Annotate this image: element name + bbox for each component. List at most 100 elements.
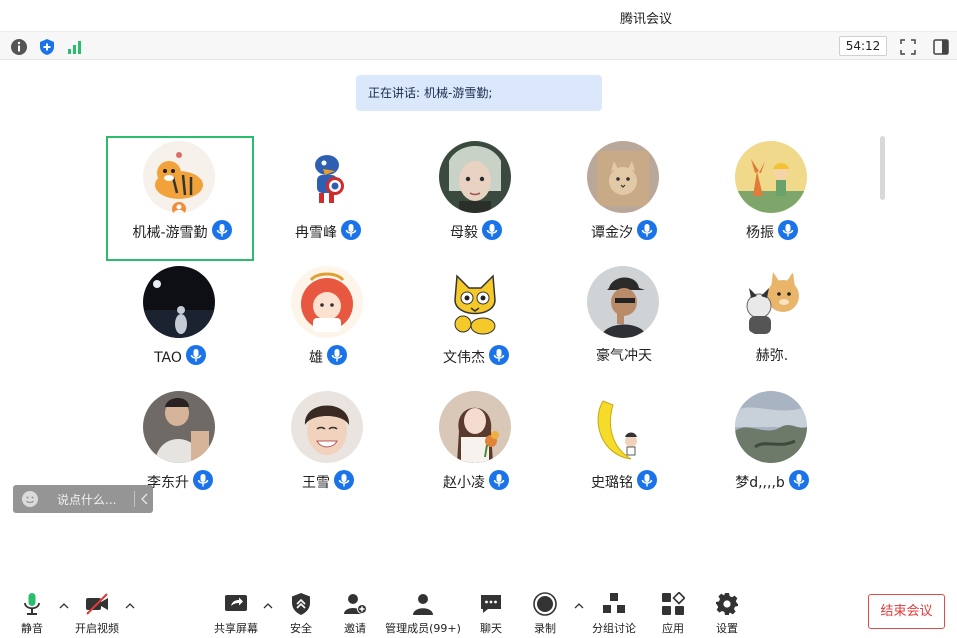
- participant-name-row: 冉雪峰: [254, 220, 402, 242]
- meeting-window: 腾讯会议 54:12 正在讲话: 机械-游雪勤; 机械-游雪勤 冉雪峰 母毅 谭…: [0, 0, 957, 638]
- video-button[interactable]: 开启视频: [70, 592, 124, 636]
- video-label: 开启视频: [75, 622, 119, 635]
- participant-name: 母毅: [450, 225, 478, 241]
- avatar-cartoon-girl: [291, 266, 363, 338]
- participant-name: 杨振: [746, 225, 774, 241]
- window-title: 腾讯会议: [620, 12, 673, 27]
- avatar-little-prince: [735, 141, 807, 213]
- avatar-cat-box: [587, 141, 659, 213]
- avatar-girl-flowers: [439, 391, 511, 463]
- participant-name: 冉雪峰: [295, 225, 337, 241]
- avatar-duck: [291, 141, 363, 213]
- shield-icon[interactable]: [38, 38, 56, 56]
- quick-chat-input[interactable]: 说点什么...: [13, 485, 153, 513]
- gear-icon: [716, 593, 738, 615]
- avatar-yellow-cat: [439, 266, 511, 338]
- participant-name-row: 杨振: [698, 220, 846, 242]
- participant-tile[interactable]: TAO: [106, 261, 254, 386]
- participant-name-row: 机械-游雪勤: [108, 220, 256, 242]
- share-screen-icon: [225, 595, 247, 611]
- share-screen-label: 共享屏幕: [214, 622, 258, 635]
- side-panel-icon[interactable]: [932, 38, 950, 56]
- quick-chat-placeholder: 说点什么...: [57, 493, 117, 507]
- participant-name: 史璐铭: [591, 475, 633, 491]
- shield-icon: [292, 593, 310, 615]
- manage-members-label: 管理成员(99+): [385, 622, 461, 635]
- participant-tile[interactable]: 雄: [254, 261, 402, 386]
- avatar-anime-character: [439, 141, 511, 213]
- mic-icon: [489, 345, 509, 365]
- participant-tile[interactable]: 王雪: [254, 386, 402, 511]
- emoji-icon[interactable]: [21, 490, 39, 508]
- fullscreen-icon[interactable]: [899, 38, 917, 56]
- chat-icon: [481, 595, 501, 613]
- share-screen-button[interactable]: 共享屏幕: [210, 592, 262, 636]
- participant-tile[interactable]: 梦d,,,,b: [698, 386, 846, 511]
- breakout-rooms-button[interactable]: 分组讨论: [588, 592, 640, 636]
- participant-tile[interactable]: 赵小凌: [402, 386, 550, 511]
- mic-icon: [637, 220, 657, 240]
- security-label: 安全: [290, 622, 312, 635]
- participant-tile[interactable]: 机械-游雪勤: [106, 136, 254, 261]
- microphone-icon: [24, 593, 40, 615]
- participant-tile[interactable]: 杨振: [698, 136, 846, 261]
- breakout-rooms-label: 分组讨论: [592, 622, 636, 635]
- avatar-landscape: [735, 391, 807, 463]
- participant-tile[interactable]: 豪气冲天: [550, 261, 698, 386]
- members-icon: [413, 594, 433, 615]
- mic-icon: [482, 220, 502, 240]
- mic-icon: [489, 470, 509, 490]
- mic-icon: [334, 470, 354, 490]
- participant-tile[interactable]: 谭金汐: [550, 136, 698, 261]
- signal-icon[interactable]: [66, 38, 84, 56]
- mic-icon: [788, 470, 809, 490]
- chevron-up-icon[interactable]: [263, 602, 273, 610]
- participant-name-row: 雄: [254, 345, 402, 367]
- apps-button[interactable]: 应用: [654, 592, 692, 636]
- chevron-left-icon[interactable]: [140, 493, 150, 505]
- participant-tile[interactable]: 母毅: [402, 136, 550, 261]
- speaking-name: 机械-游雪勤;: [424, 86, 493, 100]
- participant-name-row: 赫弥.: [698, 345, 846, 365]
- mic-icon: [637, 470, 657, 490]
- participant-tile[interactable]: 史璐铭: [550, 386, 698, 511]
- settings-button[interactable]: 设置: [708, 592, 746, 636]
- title-bar: 腾讯会议: [0, 0, 957, 32]
- participant-name-row: 母毅: [402, 220, 550, 242]
- participant-name-row: 王雪: [254, 470, 402, 492]
- mute-button[interactable]: 静音: [14, 592, 50, 636]
- record-label: 录制: [534, 622, 556, 635]
- participant-name-row: TAO: [106, 345, 254, 366]
- participant-tile[interactable]: 冉雪峰: [254, 136, 402, 261]
- participant-name-row: 豪气冲天: [550, 345, 698, 365]
- grid-scrollbar[interactable]: [880, 136, 885, 200]
- meeting-timer: 54:12: [839, 36, 887, 56]
- chat-label: 聊天: [480, 622, 502, 635]
- bottom-toolbar: 静音 开启视频 共享屏幕 安全 邀请 管理成员(99+) 聊天 录制 分组讨论 …: [0, 584, 957, 638]
- participant-name: 赫弥.: [755, 348, 789, 364]
- apps-icon: [662, 592, 685, 615]
- chat-button[interactable]: 聊天: [472, 592, 510, 636]
- participant-name: 梦d,,,,b: [735, 475, 785, 491]
- participant-name: TAO: [154, 350, 182, 366]
- video-off-icon: [86, 593, 108, 615]
- info-icon[interactable]: [10, 38, 28, 56]
- end-meeting-button[interactable]: 结束会议: [868, 594, 945, 629]
- record-icon: [533, 592, 557, 616]
- chevron-up-icon[interactable]: [574, 602, 584, 610]
- manage-members-button[interactable]: 管理成员(99+): [384, 592, 462, 636]
- breakout-icon: [603, 593, 625, 613]
- avatar-tiger: [143, 141, 215, 213]
- participant-tile[interactable]: 赫弥.: [698, 261, 846, 386]
- invite-button[interactable]: 邀请: [336, 592, 374, 636]
- record-button[interactable]: 录制: [526, 592, 564, 636]
- participant-name: 谭金汐: [591, 225, 633, 241]
- participant-tile[interactable]: 文伟杰: [402, 261, 550, 386]
- chevron-up-icon[interactable]: [125, 602, 135, 610]
- chevron-up-icon[interactable]: [59, 602, 69, 610]
- speaking-label: 正在讲话:: [368, 86, 421, 100]
- participant-name: 文伟杰: [443, 350, 485, 366]
- security-button[interactable]: 安全: [282, 592, 320, 636]
- avatar-man-cap: [587, 266, 659, 338]
- mic-icon: [193, 470, 213, 490]
